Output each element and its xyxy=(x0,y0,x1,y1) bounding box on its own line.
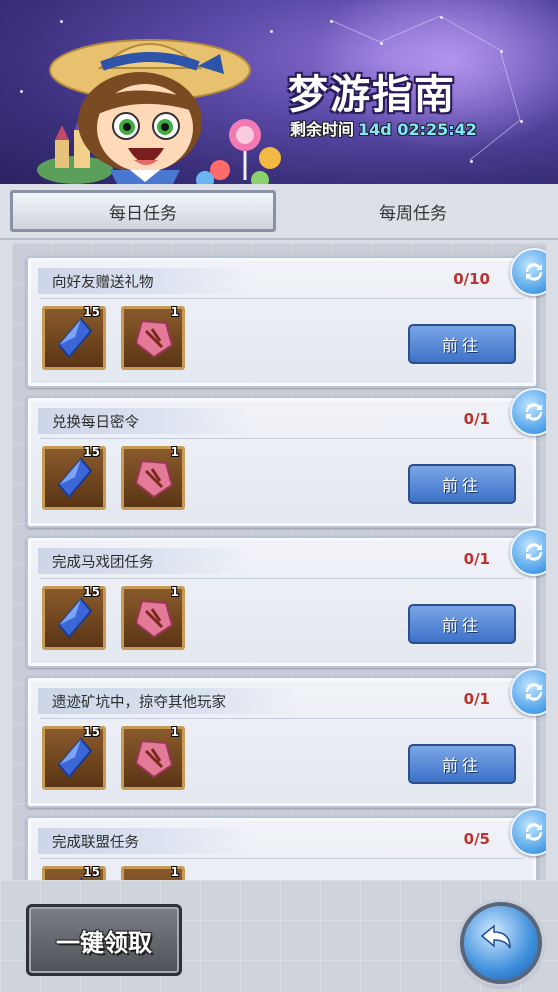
task-card: 完成联盟任务 0/5 15 1 前往 xyxy=(26,808,546,880)
task-card: 完成马戏团任务 0/1 15 1 前往 xyxy=(26,528,546,668)
back-arrow-icon xyxy=(480,924,511,949)
pink-crystal-icon xyxy=(134,319,174,359)
event-banner: 梦游指南 剩余时间 14d 02:25:42 xyxy=(0,0,558,188)
pink-crystal-icon xyxy=(134,459,174,499)
reward-count: 15 xyxy=(83,725,100,739)
task-progress: 0/1 xyxy=(463,410,490,428)
reward-count: 1 xyxy=(170,585,179,599)
task-card: 遗迹矿坑中，掠夺其他玩家 0/1 15 1 前往 xyxy=(26,668,546,808)
refresh-icon xyxy=(525,543,543,561)
task-progress: 0/10 xyxy=(453,270,490,288)
task-name: 完成马戏团任务 xyxy=(52,555,154,571)
tab-daily-tasks[interactable]: 每日任务 xyxy=(10,190,276,232)
reward-item[interactable]: 1 xyxy=(121,865,185,880)
go-button[interactable]: 前往 xyxy=(408,744,516,784)
reward-item[interactable]: 15 xyxy=(42,305,106,370)
task-name: 向好友赠送礼物 xyxy=(52,275,154,291)
refresh-icon xyxy=(525,403,543,421)
mascot-illustration xyxy=(37,39,281,188)
reward-count: 15 xyxy=(83,445,100,459)
refresh-task-button[interactable] xyxy=(510,668,546,716)
reward-item[interactable]: 1 xyxy=(121,585,185,650)
event-timer: 剩余时间 14d 02:25:42 xyxy=(290,116,477,140)
reward-item[interactable]: 1 xyxy=(121,445,185,510)
task-list[interactable]: 向好友赠送礼物 0/10 15 1 前往 兑换每日密令 0/1 15 1 前往 … xyxy=(12,243,546,880)
task-name: 完成联盟任务 xyxy=(52,835,139,851)
pink-crystal-icon xyxy=(134,739,174,779)
task-name: 兑换每日密令 xyxy=(52,415,139,431)
reward-item[interactable]: 15 xyxy=(42,445,106,510)
blue-crystal-icon xyxy=(57,737,93,779)
task-progress: 0/1 xyxy=(463,690,490,708)
reward-item[interactable]: 15 xyxy=(42,865,106,880)
refresh-icon xyxy=(525,823,543,841)
tab-weekly-tasks[interactable]: 每周任务 xyxy=(280,190,546,232)
pink-crystal-icon xyxy=(134,599,174,639)
event-title: 梦游指南 xyxy=(288,72,456,118)
timer-label: 剩余时间 xyxy=(290,120,355,139)
reward-count: 1 xyxy=(170,865,179,879)
claim-all-button[interactable]: 一键领取 xyxy=(26,904,182,976)
blue-crystal-icon xyxy=(57,597,93,639)
reward-count: 15 xyxy=(83,305,100,319)
refresh-task-button[interactable] xyxy=(510,808,546,856)
go-button[interactable]: 前往 xyxy=(408,324,516,364)
blue-crystal-icon xyxy=(57,317,93,359)
reward-count: 1 xyxy=(170,305,179,319)
task-tabs: 每日任务 每周任务 xyxy=(0,184,558,240)
blue-crystal-icon xyxy=(57,457,93,499)
timer-value: 14d 02:25:42 xyxy=(358,120,477,139)
back-button[interactable] xyxy=(460,902,542,984)
go-button[interactable]: 前往 xyxy=(408,464,516,504)
task-progress: 0/1 xyxy=(463,550,490,568)
go-button[interactable]: 前往 xyxy=(408,604,516,644)
task-card: 兑换每日密令 0/1 15 1 前往 xyxy=(26,388,546,528)
reward-count: 1 xyxy=(170,445,179,459)
task-card: 向好友赠送礼物 0/10 15 1 前往 xyxy=(26,248,546,388)
refresh-task-button[interactable] xyxy=(510,388,546,436)
task-name: 遗迹矿坑中，掠夺其他玩家 xyxy=(52,695,226,711)
refresh-icon xyxy=(525,263,543,281)
task-progress: 0/5 xyxy=(463,830,490,848)
reward-item[interactable]: 15 xyxy=(42,725,106,790)
reward-item[interactable]: 15 xyxy=(42,585,106,650)
refresh-icon xyxy=(525,683,543,701)
reward-count: 1 xyxy=(170,725,179,739)
reward-count: 15 xyxy=(83,865,100,879)
refresh-task-button[interactable] xyxy=(510,528,546,576)
reward-count: 15 xyxy=(83,585,100,599)
bottom-bar: 一键领取 xyxy=(0,880,558,992)
reward-item[interactable]: 1 xyxy=(121,305,185,370)
refresh-task-button[interactable] xyxy=(510,248,546,296)
reward-item[interactable]: 1 xyxy=(121,725,185,790)
